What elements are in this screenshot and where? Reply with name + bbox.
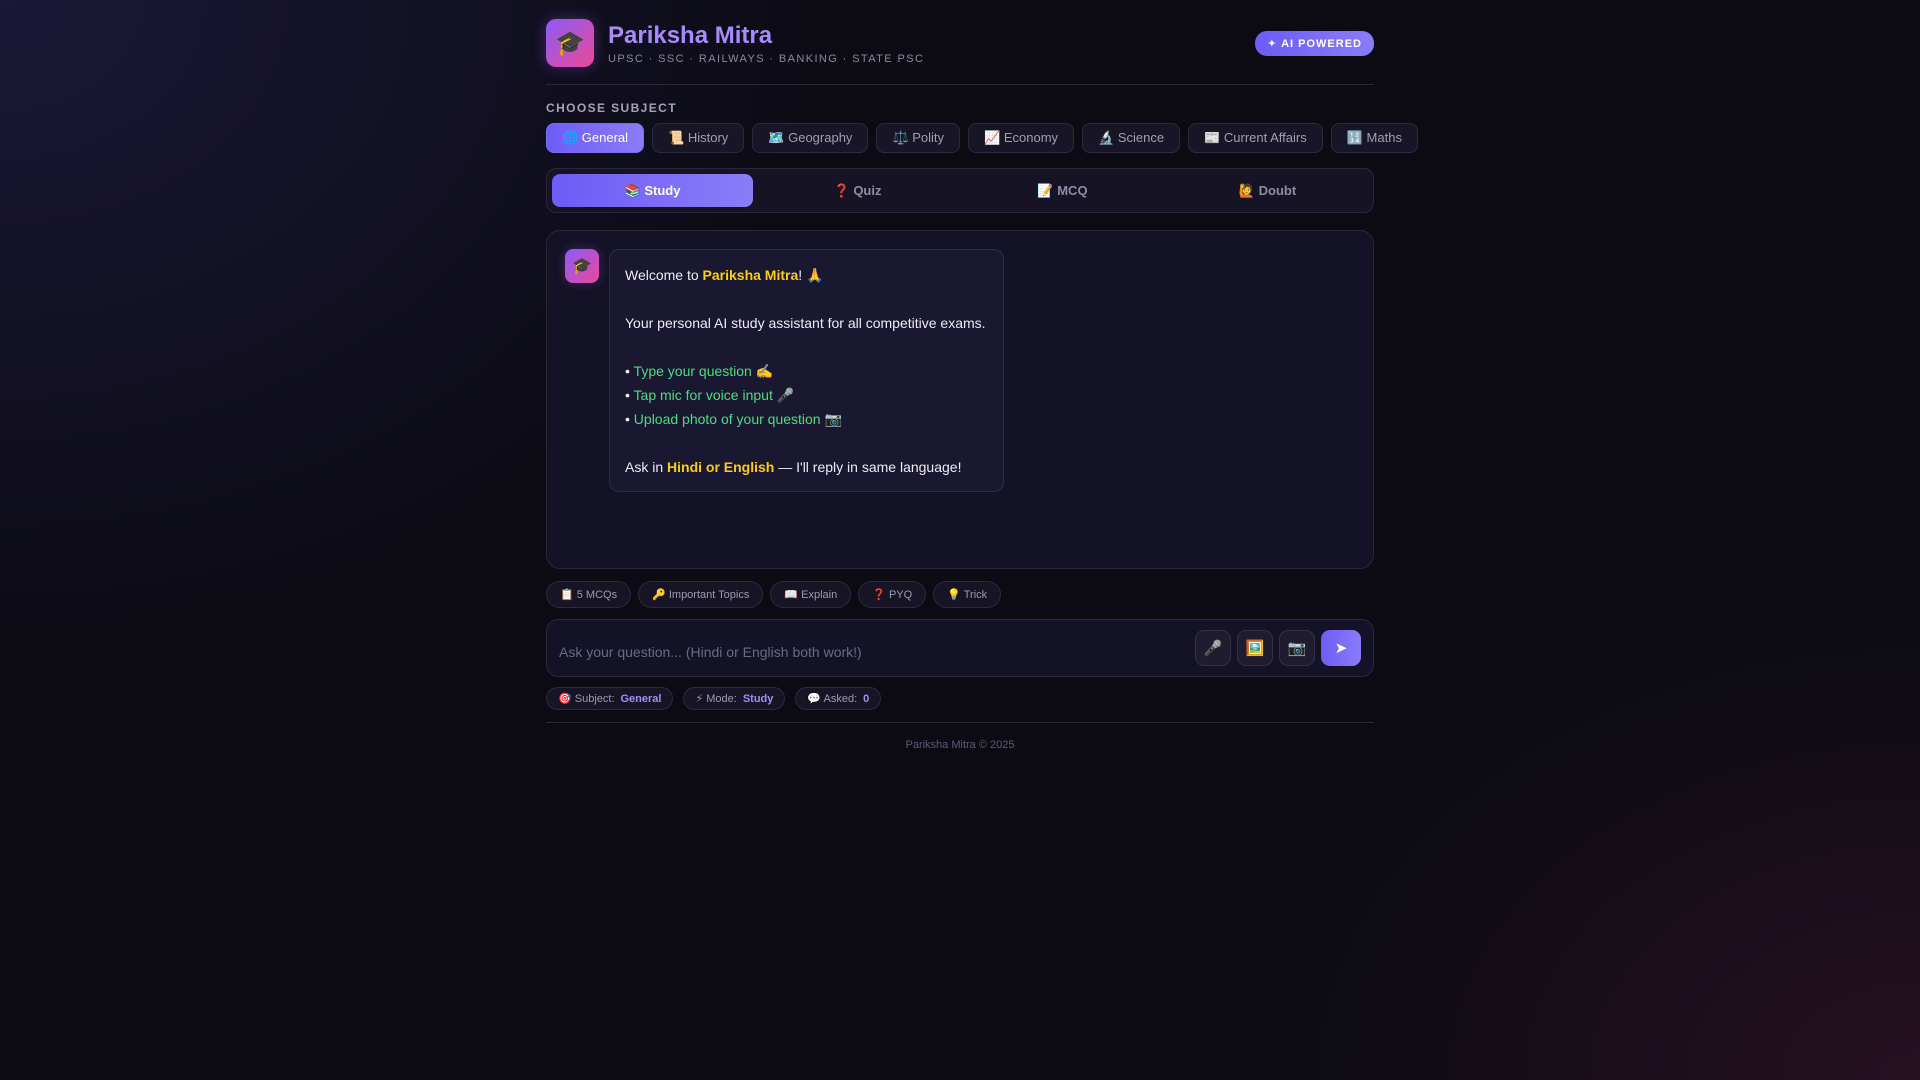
subject-chip-maths[interactable]: 🔢 Maths (1330, 123, 1418, 153)
lang-prefix: Ask in (625, 459, 668, 475)
ai-powered-badge: ✦ AI POWERED (1255, 30, 1374, 56)
subject-chips: 🌐 General 📜 History 🗺️ Geography ⚖️ Poli… (546, 123, 1418, 153)
bullet-emoji: ✍️ (751, 363, 774, 379)
welcome-suffix: ! 🙏 (798, 267, 824, 283)
status-asked: 💬 Asked: 0 (795, 687, 882, 710)
lang-highlight: Hindi or English (667, 459, 775, 475)
bullet-text: Upload photo of your question (633, 411, 821, 427)
brand: 🎓 Pariksha Mitra UPSC · SSC · RAILWAYS ·… (546, 19, 924, 67)
bullet-emoji: 🎤 (772, 387, 795, 403)
bot-message: 🎓 Welcome to Pariksha Mitra! 🙏 Your pers… (565, 249, 1355, 492)
quick-5-mcqs-button[interactable]: 📋 5 MCQs (546, 581, 632, 608)
footer: Pariksha Mitra © 2025 (546, 722, 1374, 751)
status-mode-value: Study (742, 692, 774, 705)
status-subject: 🎯 Subject: General (546, 687, 674, 710)
camera-icon[interactable]: 📷 (1279, 630, 1315, 666)
quick-explain-button[interactable]: 📖 Explain (770, 581, 852, 608)
language-line: Ask in Hindi or English — I'll reply in … (625, 455, 988, 479)
bullet-text: Tap mic for voice input (633, 387, 773, 403)
app-subtitle: UPSC · SSC · RAILWAYS · BANKING · STATE … (608, 52, 925, 65)
quick-pyq-button[interactable]: ❓ PYQ (858, 581, 927, 608)
subject-chip-current-affairs[interactable]: 📰 Current Affairs (1188, 123, 1323, 153)
quick-important-topics-button[interactable]: 🔑 Important Topics (638, 581, 764, 608)
tab-study[interactable]: 📚 Study (552, 174, 753, 207)
image-upload-icon[interactable]: 🖼️ (1237, 630, 1273, 666)
welcome-prefix: Welcome to (625, 267, 703, 283)
status-subject-value: General (620, 692, 662, 705)
bullet-upload-photo: • Upload photo of your question 📷 (625, 411, 842, 427)
intro-line: Your personal AI study assistant for all… (625, 315, 986, 331)
send-button[interactable]: ➤ (1321, 630, 1361, 666)
bullet-type-question: • Type your question ✍️ (625, 363, 774, 379)
graduation-cap-icon: 🎓 (546, 19, 594, 67)
bullet-voice-input: • Tap mic for voice input 🎤 (625, 387, 795, 403)
tab-quiz[interactable]: ❓ Quiz (757, 174, 958, 207)
subject-chip-geography[interactable]: 🗺️ Geography (752, 123, 869, 153)
lang-suffix: — I'll reply in same language! (774, 459, 962, 475)
status-subject-label: 🎯 Subject: (558, 693, 615, 705)
subject-chip-history[interactable]: 📜 History (652, 123, 745, 153)
question-input-bar: 🎤 🖼️ 📷 ➤ (546, 619, 1374, 677)
chat-panel[interactable]: 🎓 Welcome to Pariksha Mitra! 🙏 Your pers… (546, 230, 1374, 569)
question-input[interactable] (559, 636, 1189, 660)
app-title: Pariksha Mitra (608, 21, 773, 49)
tab-doubt[interactable]: 🙋 Doubt (1167, 174, 1368, 207)
mode-tabs: 📚 Study ❓ Quiz 📝 MCQ 🙋 Doubt (546, 168, 1374, 213)
status-asked-value: 0 (863, 692, 870, 705)
welcome-line: Welcome to Pariksha Mitra! 🙏 (625, 263, 988, 287)
subject-chip-general[interactable]: 🌐 General (546, 123, 645, 153)
choose-subject-label: CHOOSE SUBJECT (546, 101, 677, 115)
status-mode-label: ⚡ Mode: (695, 693, 737, 705)
quick-trick-button[interactable]: 💡 Trick (933, 581, 1002, 608)
quick-actions: 📋 5 MCQs 🔑 Important Topics 📖 Explain ❓ … (546, 581, 1374, 608)
status-asked-label: 💬 Asked: (807, 693, 858, 705)
app-header: 🎓 Pariksha Mitra UPSC · SSC · RAILWAYS ·… (546, 0, 1374, 85)
bullet-text: Type your question (633, 363, 752, 379)
welcome-app-name: Pariksha Mitra (702, 267, 799, 283)
app-container: 🎓 Pariksha Mitra UPSC · SSC · RAILWAYS ·… (546, 0, 1418, 751)
message-bubble: Welcome to Pariksha Mitra! 🙏 Your person… (609, 249, 1004, 492)
microphone-icon[interactable]: 🎤 (1195, 630, 1231, 666)
bot-avatar-icon: 🎓 (565, 249, 599, 283)
subject-chip-economy[interactable]: 📈 Economy (968, 123, 1075, 153)
status-bar: 🎯 Subject: General ⚡ Mode: Study 💬 Asked: 0 (546, 687, 1374, 710)
subject-chip-polity[interactable]: ⚖️ Polity (876, 123, 961, 153)
subject-chip-science[interactable]: 🔬 Science (1082, 123, 1181, 153)
bullet-emoji: 📷 (820, 411, 842, 427)
tab-mcq[interactable]: 📝 MCQ (962, 174, 1163, 207)
status-mode: ⚡ Mode: Study (683, 687, 786, 710)
